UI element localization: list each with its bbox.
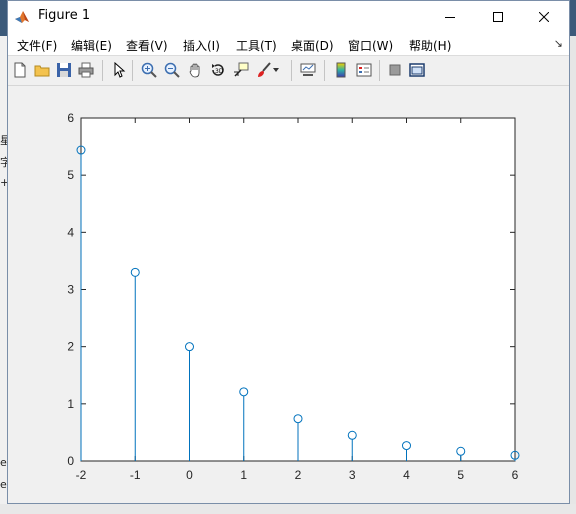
background-titlebar-strip	[570, 0, 576, 36]
y-tick-label: 3	[67, 283, 74, 297]
menu-help[interactable]: 帮助(H)	[409, 37, 451, 54]
chevron-down-icon	[273, 68, 279, 72]
hand-icon	[189, 63, 200, 78]
x-tick-label: 0	[186, 468, 193, 482]
minimize-button[interactable]	[427, 1, 473, 33]
folder-icon	[34, 65, 50, 77]
save-icon	[57, 63, 71, 77]
zoom-in-button[interactable]	[140, 61, 158, 79]
print-icon	[78, 62, 94, 78]
menu-desktop[interactable]: 桌面(D)	[291, 37, 334, 54]
axes-box[interactable]	[80, 117, 516, 462]
toolbar-separator	[324, 60, 325, 81]
rotate-3d-button[interactable]: 3D	[209, 61, 227, 79]
brush-icon	[258, 62, 271, 77]
colorbar-icon	[336, 62, 346, 78]
svg-text:3D: 3D	[215, 68, 224, 75]
y-tick-label: 4	[67, 225, 74, 239]
menu-edit[interactable]: 编辑(E)	[71, 37, 112, 54]
figure-canvas: -2 -1 0 1 2 3 4 5 6 0 1 2 3 4 5 6	[8, 86, 569, 503]
x-tick-label: 1	[240, 468, 247, 482]
arrow-pointer-icon	[114, 62, 126, 78]
menu-file[interactable]: 文件(F)	[17, 37, 57, 54]
pan-button[interactable]	[186, 61, 204, 79]
figure-toolbar: 3D	[8, 56, 569, 86]
matlab-logo-icon	[15, 11, 29, 23]
x-tick-label: 4	[403, 468, 410, 482]
menu-overflow-arrow-icon[interactable]: ↘	[554, 37, 563, 50]
menu-window[interactable]: 窗口(W)	[348, 37, 393, 54]
link-plot-icon	[300, 63, 316, 76]
show-plot-tools-button[interactable]	[408, 61, 426, 79]
x-tick-label: -2	[76, 468, 87, 482]
menu-view[interactable]: 查看(V)	[126, 37, 168, 54]
x-tick-label: 3	[349, 468, 356, 482]
toolbar-separator	[132, 60, 133, 81]
x-tick-label: 5	[457, 468, 464, 482]
y-tick-label: 1	[67, 397, 74, 411]
save-figure-button[interactable]	[55, 61, 73, 79]
background-app-right	[570, 0, 576, 514]
legend-icon	[356, 63, 372, 77]
y-tick-label: 5	[67, 168, 74, 182]
y-tick-label: 6	[67, 111, 74, 125]
open-file-button[interactable]	[33, 61, 51, 79]
y-tick-label: 0	[67, 454, 74, 468]
maximize-icon	[493, 12, 503, 22]
toolbar-separator	[102, 60, 103, 81]
toolbar-separator	[291, 60, 292, 81]
close-button[interactable]	[521, 1, 567, 33]
toolbar-separator	[379, 60, 380, 81]
print-figure-button[interactable]	[77, 61, 95, 79]
link-plot-button[interactable]	[299, 61, 317, 79]
figure-window: Figure 1 文件(F) 编辑(E) 查看(V) 插入(I) 工具(T) 桌…	[7, 0, 570, 504]
data-cursor-button[interactable]	[232, 61, 250, 79]
maximize-button[interactable]	[475, 1, 521, 33]
close-icon	[539, 12, 549, 22]
x-tick-label: -1	[130, 468, 141, 482]
y-tick-label: 2	[67, 340, 74, 354]
menu-tools[interactable]: 工具(T)	[236, 37, 277, 54]
insert-legend-button[interactable]	[355, 61, 373, 79]
zoom-out-icon	[164, 62, 180, 78]
rotate-3d-icon: 3D	[212, 64, 224, 76]
title-bar[interactable]: Figure 1	[8, 1, 569, 33]
menu-bar: 文件(F) 编辑(E) 查看(V) 插入(I) 工具(T) 桌面(D) 窗口(W…	[8, 33, 569, 56]
brush-dropdown-button[interactable]	[271, 61, 281, 79]
new-figure-button[interactable]	[11, 61, 29, 79]
data-cursor-icon	[234, 62, 249, 77]
minimize-icon	[445, 17, 455, 18]
show-plot-tools-icon	[409, 63, 425, 77]
window-title: Figure 1	[38, 8, 91, 23]
hide-plot-tools-icon	[389, 64, 401, 76]
edit-plot-button[interactable]	[110, 61, 128, 79]
x-tick-label: 6	[512, 468, 519, 482]
zoom-out-button[interactable]	[163, 61, 181, 79]
stem-plot[interactable]: -2 -1 0 1 2 3 4 5 6 0 1 2 3 4 5 6	[8, 86, 569, 503]
zoom-in-icon	[141, 62, 157, 78]
insert-colorbar-button[interactable]	[332, 61, 350, 79]
background-app-bottom	[0, 504, 576, 514]
hide-plot-tools-button[interactable]	[386, 61, 404, 79]
new-file-icon	[14, 62, 26, 78]
x-tick-label: 2	[295, 468, 302, 482]
menu-insert[interactable]: 插入(I)	[183, 37, 220, 54]
